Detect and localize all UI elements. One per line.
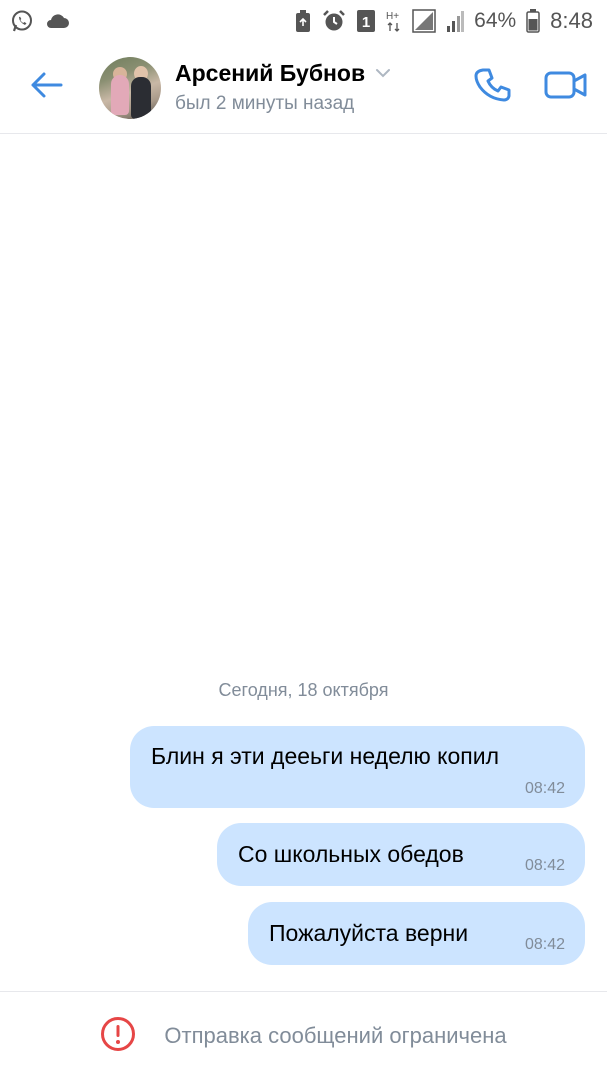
date-separator: Сегодня, 18 октября	[218, 680, 389, 700]
status-bar: 1 H+ 64% 8:48	[0, 0, 607, 42]
battery-percent: 64%	[474, 9, 517, 32]
video-call-button[interactable]	[535, 57, 597, 119]
status-left-icons	[10, 9, 70, 33]
network-type-icon: H+	[386, 9, 402, 33]
whatsapp-icon	[10, 9, 34, 33]
signal-icon	[412, 9, 436, 33]
message-text: Блин я эти дееьги неделю копил	[151, 743, 499, 769]
battery-icon	[526, 9, 540, 33]
recycle-icon	[294, 9, 312, 33]
contact-name: Арсений Бубнов	[175, 60, 366, 86]
last-seen-status: был 2 минуты назад	[175, 93, 355, 114]
cloud-icon	[44, 11, 70, 31]
arrow-left-icon	[30, 71, 64, 104]
message-bubble[interactable]: Со школьных обедов 08:42	[217, 823, 585, 886]
back-button[interactable]	[12, 42, 82, 134]
message-bubble[interactable]: Пожалуйста верни 08:42	[248, 902, 585, 965]
message-time: 08:42	[524, 780, 565, 797]
chevron-down-icon	[375, 65, 391, 83]
message-text: Со школьных обедов	[238, 841, 464, 867]
warning-icon	[100, 1016, 136, 1057]
signal-icon-2	[446, 9, 465, 33]
svg-text:H+: H+	[386, 11, 399, 22]
message-bubble[interactable]: Блин я эти дееьги неделю копил 08:42	[130, 726, 585, 808]
clock: 8:48	[550, 8, 593, 33]
restricted-text: Отправка сообщений ограничена	[164, 1023, 507, 1048]
message-time: 08:42	[524, 936, 565, 953]
video-camera-icon	[544, 69, 588, 106]
alarm-icon	[322, 9, 346, 33]
contact-title[interactable]: Арсений Бубнов был 2 минуты назад	[175, 60, 463, 115]
chat-header: Арсений Бубнов был 2 минуты назад	[0, 42, 607, 134]
sim-icon: 1	[356, 9, 376, 33]
phone-icon	[474, 65, 514, 110]
call-button[interactable]	[463, 57, 525, 119]
message-text: Пожалуйста верни	[269, 920, 469, 946]
svg-text:1: 1	[362, 14, 370, 31]
messaging-restricted-banner: Отправка сообщений ограничена	[0, 991, 607, 1080]
status-right-icons: 1 H+ 64% 8:48	[294, 8, 593, 34]
avatar[interactable]	[99, 56, 161, 119]
message-time: 08:42	[524, 857, 565, 874]
